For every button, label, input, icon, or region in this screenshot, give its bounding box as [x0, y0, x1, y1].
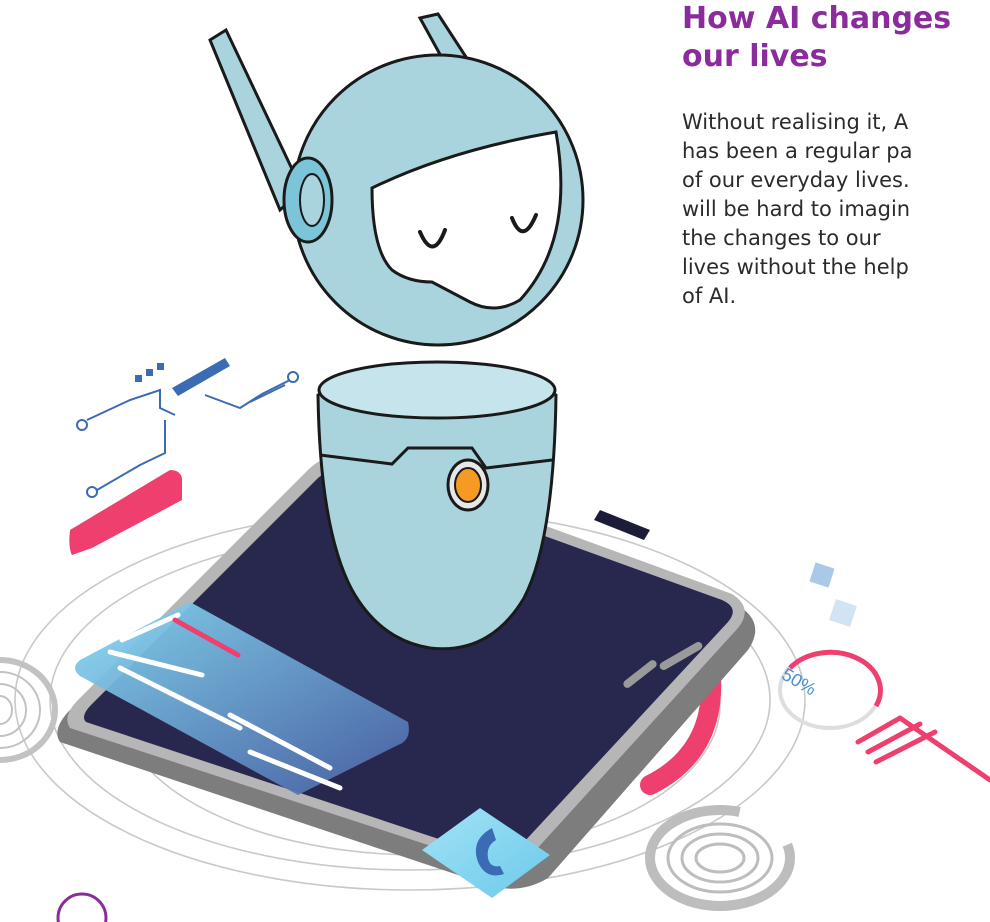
heading-line: How AI changes: [682, 1, 952, 36]
article-panel: How AI changes our lives Without realisi…: [682, 0, 990, 420]
purple-ring: [56, 892, 108, 922]
robot-head: [208, 12, 585, 347]
pink-speed-lines: [855, 715, 990, 783]
floating-squares: [809, 562, 857, 627]
circuit-dots: [135, 363, 164, 382]
bottom-right-ripple: [645, 805, 795, 911]
body-line: Without realising it, A: [682, 110, 909, 134]
article-heading: How AI changes our lives: [682, 0, 951, 76]
circuit-lines: [76, 371, 299, 498]
body-line: lives without the help: [682, 255, 909, 279]
heading-line: our lives: [682, 39, 828, 74]
pink-chat-bubble: [69, 470, 182, 555]
article-body: Without realising it, A has been a regul…: [682, 108, 912, 311]
body-line: the changes to our: [682, 226, 881, 250]
body-line: will be hard to imagin: [682, 197, 911, 221]
body-line: has been a regular pa: [682, 139, 913, 163]
progress-label: 50%: [778, 664, 819, 699]
circuit-bar: [172, 358, 230, 396]
body-line: of AI.: [682, 284, 737, 308]
left-ripple: [0, 657, 58, 763]
body-line: of our everyday lives.: [682, 168, 910, 192]
